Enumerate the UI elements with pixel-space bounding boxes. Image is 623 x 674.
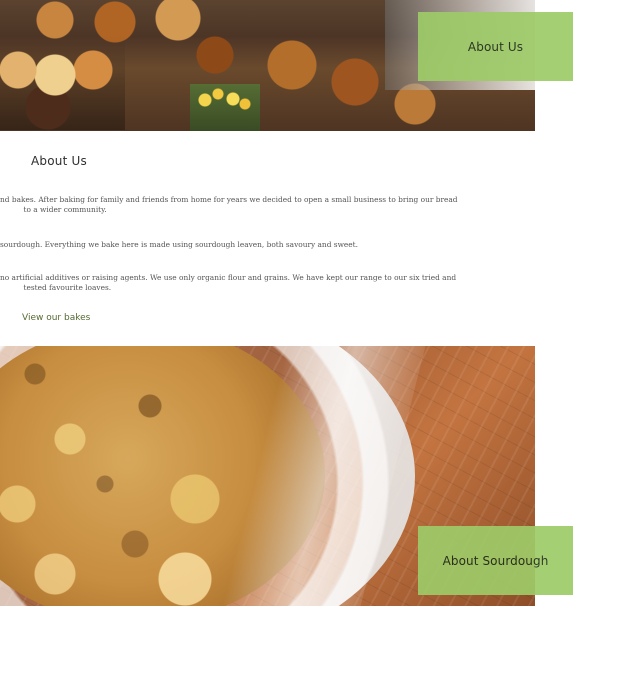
about-sourdough-card-title: About Sourdough (442, 553, 549, 568)
about-paragraph-3: no artificial additives or raising agent… (0, 273, 457, 292)
about-us-card[interactable]: About Us (418, 12, 573, 81)
flowers-image (190, 84, 260, 131)
pastry-display-image (0, 35, 125, 130)
about-us-card-title: About Us (467, 39, 524, 54)
about-sourdough-card[interactable]: About Sourdough (418, 526, 573, 595)
about-us-heading: About Us (31, 154, 87, 168)
about-paragraph-1: nd bakes. After baking for family and fr… (0, 195, 458, 214)
view-our-bakes-link[interactable]: View our bakes (22, 313, 90, 323)
about-paragraph-2: sourdough. Everything we bake here is ma… (0, 240, 358, 249)
